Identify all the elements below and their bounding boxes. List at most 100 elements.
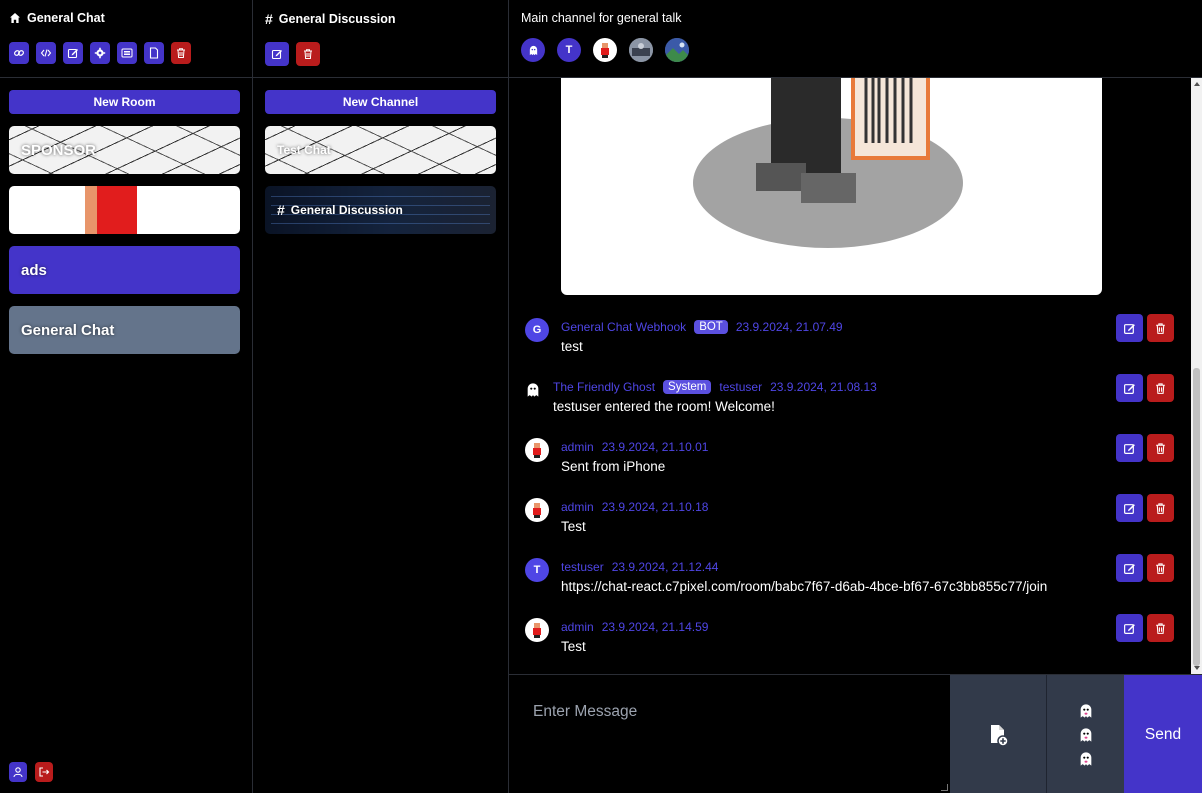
member-avatar-admin[interactable] <box>593 38 617 62</box>
room-label: SPONSOR <box>21 141 97 159</box>
edit-icon <box>1124 323 1135 334</box>
message-meta: admin 23.9.2024, 21.10.18 <box>561 500 708 514</box>
member-avatar-ghost[interactable] <box>521 38 545 62</box>
logout-button[interactable] <box>35 762 53 782</box>
delete-message-button[interactable] <box>1147 374 1174 402</box>
author-avatar[interactable] <box>525 618 549 642</box>
edit-icon <box>1124 383 1135 394</box>
edit-icon <box>271 49 282 60</box>
scroll-down-arrow-icon[interactable] <box>1194 666 1200 670</box>
document-icon <box>149 47 159 59</box>
message-meta: General Chat Webhook BOT 23.9.2024, 21.0… <box>561 320 843 334</box>
message-actions <box>1116 434 1174 462</box>
room-label: ads <box>21 261 47 279</box>
edit-message-button[interactable] <box>1116 614 1143 642</box>
edit-message-button[interactable] <box>1116 494 1143 522</box>
trash-icon <box>177 48 185 58</box>
message-text: Test <box>561 639 586 654</box>
scroll-thumb[interactable] <box>1193 368 1200 666</box>
room-item-image[interactable] <box>9 186 240 234</box>
member-avatar-landscape[interactable] <box>665 38 689 62</box>
message-input[interactable] <box>509 675 950 793</box>
message-actions <box>1116 554 1174 582</box>
trash-icon <box>1156 442 1165 454</box>
link-button[interactable] <box>9 42 29 64</box>
author-avatar[interactable]: G <box>525 318 549 342</box>
current-channel-name: General Discussion <box>278 12 396 26</box>
author-avatar[interactable] <box>525 438 549 462</box>
scroll-up-arrow-icon[interactable] <box>1194 82 1200 86</box>
room-document-button[interactable] <box>144 42 164 64</box>
message-meta: testuser 23.9.2024, 21.12.44 <box>561 560 718 574</box>
author-name[interactable]: The Friendly Ghost <box>553 380 655 394</box>
member-avatar-photo[interactable] <box>629 38 653 62</box>
pixel-figure-image <box>693 78 963 248</box>
admin-avatar-figure <box>533 443 541 458</box>
message-text: Sent from iPhone <box>561 459 666 474</box>
edit-message-button[interactable] <box>1116 374 1143 402</box>
author-avatar[interactable] <box>525 498 549 522</box>
edit-icon <box>1124 443 1135 454</box>
author-avatar[interactable]: T <box>525 558 549 582</box>
delete-channel-button[interactable] <box>296 42 320 66</box>
profile-button[interactable] <box>9 762 27 782</box>
gear-icon <box>94 47 106 59</box>
delete-message-button[interactable] <box>1147 614 1174 642</box>
room-list-button[interactable] <box>117 42 137 64</box>
room-item-ads[interactable]: ads <box>9 246 240 294</box>
hash-icon: # <box>277 202 285 218</box>
ghost-icon <box>1080 703 1091 718</box>
channel-label-wrap: # General Discussion <box>277 202 403 218</box>
message-image[interactable] <box>561 78 1102 295</box>
delete-message-button[interactable] <box>1147 434 1174 462</box>
mentioned-user[interactable]: testuser <box>719 380 762 394</box>
channel-item-test-chat[interactable]: Test Chat <box>265 126 496 174</box>
author-name[interactable]: admin <box>561 500 594 514</box>
hash-icon: # <box>265 11 273 27</box>
room-thumbnail-figure <box>97 186 137 234</box>
ghost-mode-button[interactable] <box>1046 675 1124 793</box>
message-item: The Friendly Ghost System testuser 23.9.… <box>525 374 1174 430</box>
author-name[interactable]: admin <box>561 440 594 454</box>
channel-toolbar <box>265 42 320 66</box>
room-toolbar <box>9 42 191 64</box>
message-scrollbar[interactable] <box>1191 78 1202 674</box>
code-icon <box>40 49 52 57</box>
edit-channel-button[interactable] <box>265 42 289 66</box>
logout-icon <box>39 767 50 777</box>
room-label: General Chat <box>21 321 115 339</box>
author-name[interactable]: General Chat Webhook <box>561 320 686 334</box>
trash-icon <box>1156 502 1165 514</box>
delete-room-button[interactable] <box>171 42 191 64</box>
edit-message-button[interactable] <box>1116 434 1143 462</box>
chat-panel: Main channel for general talk T G Genera… <box>509 0 1202 793</box>
member-avatar-testuser[interactable]: T <box>557 38 581 62</box>
delete-message-button[interactable] <box>1147 314 1174 342</box>
embed-code-button[interactable] <box>36 42 56 64</box>
author-name[interactable]: testuser <box>561 560 604 574</box>
photo-avatar <box>629 38 653 62</box>
author-avatar[interactable] <box>525 378 541 402</box>
room-item-general-chat[interactable]: General Chat <box>9 306 240 354</box>
author-name[interactable]: admin <box>561 620 594 634</box>
room-settings-button[interactable] <box>90 42 110 64</box>
attach-file-button[interactable] <box>950 675 1046 793</box>
resize-grip-icon[interactable] <box>941 784 948 791</box>
new-channel-button[interactable]: New Channel <box>265 90 496 114</box>
edit-icon <box>1124 623 1135 634</box>
delete-message-button[interactable] <box>1147 554 1174 582</box>
ghost-icon <box>529 45 537 55</box>
message-actions <box>1116 614 1174 642</box>
edit-room-button[interactable] <box>63 42 83 64</box>
delete-message-button[interactable] <box>1147 494 1174 522</box>
room-item-sponsor[interactable]: SPONSOR <box>9 126 240 174</box>
channel-item-general-discussion[interactable]: # General Discussion <box>265 186 496 234</box>
new-room-button[interactable]: New Room <box>9 90 240 114</box>
edit-message-button[interactable] <box>1116 554 1143 582</box>
link-icon <box>14 50 24 56</box>
message-item: admin 23.9.2024, 21.14.59 Test <box>525 614 1174 670</box>
edit-message-button[interactable] <box>1116 314 1143 342</box>
message-list[interactable]: G General Chat Webhook BOT 23.9.2024, 21… <box>509 78 1202 674</box>
trash-icon <box>1156 562 1165 574</box>
send-button[interactable]: Send <box>1124 675 1202 793</box>
